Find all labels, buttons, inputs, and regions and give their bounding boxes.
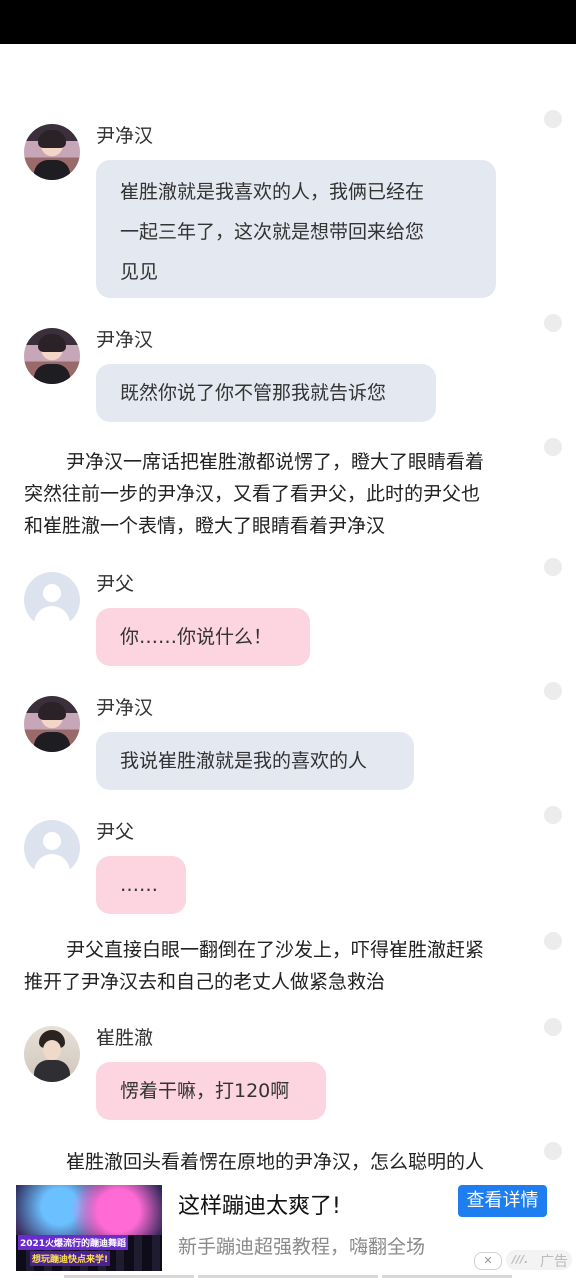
default-avatar[interactable] xyxy=(24,820,80,876)
message-line: 见见 xyxy=(120,261,159,283)
ad-image-caption: 想玩蹦迪快点来学! xyxy=(30,1251,111,1266)
narration: 崔胜澈回头看着愣在原地的尹净汉，怎么聪明的人 xyxy=(24,1146,534,1178)
ad-tag-label: 广告 xyxy=(540,1254,568,1270)
reaction-dot[interactable] xyxy=(544,110,562,128)
avatar[interactable] xyxy=(24,696,80,752)
speaker-name: 崔胜澈 xyxy=(96,1027,154,1049)
reaction-dot[interactable] xyxy=(544,1018,562,1036)
ad-title[interactable]: 这样蹦迪太爽了! xyxy=(178,1188,341,1220)
narration-line: 突然往前一步的尹净汉，又看了看尹父，此时的尹父也 xyxy=(24,483,481,505)
reaction-dot[interactable] xyxy=(544,558,562,576)
ad-logo-icon: ///. xyxy=(512,1253,529,1266)
message-bubble: 愣着干嘛，打120啊 xyxy=(96,1062,326,1120)
view-details-button[interactable]: 查看详情 xyxy=(458,1185,547,1217)
message-bubble: 我说崔胜澈就是我的喜欢的人 xyxy=(96,732,414,790)
reaction-dot[interactable] xyxy=(544,806,562,824)
narration-line: 崔胜澈回头看着愣在原地的尹净汉，怎么聪明的人 xyxy=(66,1151,485,1173)
message-bubble: 你……你说什么！ xyxy=(96,608,310,666)
progress-divider xyxy=(382,1275,512,1278)
narration-line: 推开了尹净汉去和自己的老丈人做紧急救治 xyxy=(24,971,386,993)
speaker-name: 尹净汉 xyxy=(96,125,154,147)
message-line: 崔胜澈就是我喜欢的人，我俩已经在 xyxy=(120,181,425,203)
message-line: 我说崔胜澈就是我的喜欢的人 xyxy=(120,750,368,772)
narration: 尹父直接白眼一翻倒在了沙发上，吓得崔胜澈赶紧 推开了尹净汉去和自己的老丈人做紧急… xyxy=(24,934,534,998)
message-line: 一起三年了，这次就是想带回来给您 xyxy=(120,221,425,243)
message-line: …… xyxy=(120,874,158,896)
progress-divider xyxy=(198,1275,378,1278)
speaker-name: 尹父 xyxy=(96,821,135,843)
speaker-name: 尹父 xyxy=(96,573,135,595)
reaction-dot[interactable] xyxy=(544,932,562,950)
message-bubble: 既然你说了你不管那我就告诉您 xyxy=(96,364,436,422)
speaker-name: 尹净汉 xyxy=(96,329,154,351)
reaction-dot[interactable] xyxy=(544,438,562,456)
message-bubble: …… xyxy=(96,856,186,914)
ad-subtitle: 新手蹦迪超强教程，嗨翻全场 xyxy=(178,1236,426,1258)
narration: 尹净汉一席话把崔胜澈都说愣了，瞪大了眼睛看着 突然往前一步的尹净汉，又看了看尹父… xyxy=(24,446,534,542)
reaction-dot[interactable] xyxy=(544,314,562,332)
narration-line: 和崔胜澈一个表情，瞪大了眼睛看着尹净汉 xyxy=(24,515,386,537)
ad-banner[interactable]: 2021火爆流行的蹦迪舞蹈 想玩蹦迪快点来学! 这样蹦迪太爽了! 新手蹦迪超强教… xyxy=(0,1180,576,1280)
reaction-dot[interactable] xyxy=(544,682,562,700)
close-icon[interactable]: ✕ xyxy=(474,1252,502,1270)
reaction-dot[interactable] xyxy=(544,1142,562,1160)
message-line: 愣着干嘛，打120啊 xyxy=(120,1080,290,1102)
message-bubble: 崔胜澈就是我喜欢的人，我俩已经在 一起三年了，这次就是想带回来给您 见见 xyxy=(96,160,496,298)
ad-image-caption: 2021火爆流行的蹦迪舞蹈 xyxy=(18,1235,129,1250)
progress-divider xyxy=(64,1275,194,1278)
narration-line: 尹父直接白眼一翻倒在了沙发上，吓得崔胜澈赶紧 xyxy=(66,939,485,961)
speaker-name: 尹净汉 xyxy=(96,697,154,719)
default-avatar[interactable] xyxy=(24,572,80,628)
message-line: 你……你说什么！ xyxy=(120,626,273,648)
chat-content[interactable]: 尹净汉 崔胜澈就是我喜欢的人，我俩已经在 一起三年了，这次就是想带回来给您 见见… xyxy=(0,44,576,1180)
message-line: 既然你说了你不管那我就告诉您 xyxy=(120,382,387,404)
avatar[interactable] xyxy=(24,328,80,384)
narration-line: 尹净汉一席话把崔胜澈都说愣了，瞪大了眼睛看着 xyxy=(66,451,485,473)
avatar[interactable] xyxy=(24,124,80,180)
ad-image[interactable]: 2021火爆流行的蹦迪舞蹈 想玩蹦迪快点来学! xyxy=(16,1185,162,1271)
status-bar xyxy=(0,0,576,44)
avatar[interactable] xyxy=(24,1026,80,1082)
